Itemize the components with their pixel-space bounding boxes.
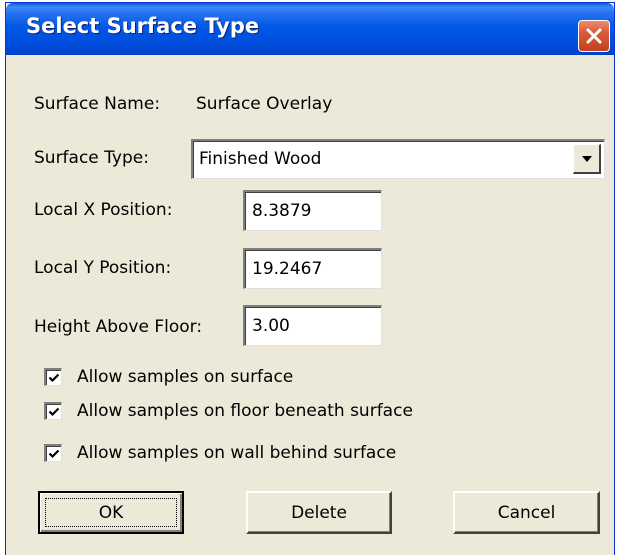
surface-type-select[interactable]: Finished Wood	[191, 139, 605, 179]
select-surface-type-dialog: Select Surface Type Surface Name: Surfac…	[5, 2, 615, 555]
checkmark-icon	[48, 407, 59, 416]
surface-name-value: Surface Overlay	[196, 94, 333, 114]
allow-samples-floor-option[interactable]: Allow samples on floor beneath surface	[44, 399, 413, 423]
surface-name-label: Surface Name:	[34, 94, 161, 114]
allow-samples-surface-checkbox[interactable]	[44, 368, 62, 386]
allow-samples-surface-option[interactable]: Allow samples on surface	[44, 365, 293, 389]
surface-type-selected: Finished Wood	[199, 149, 322, 169]
allow-samples-floor-checkbox[interactable]	[44, 402, 62, 420]
title-bar[interactable]: Select Surface Type	[6, 3, 614, 55]
chevron-down-icon	[581, 155, 592, 162]
allow-samples-wall-label: Allow samples on wall behind surface	[77, 443, 397, 463]
delete-button-label: Delete	[291, 502, 347, 523]
close-button[interactable]	[578, 20, 610, 52]
dialog-title: Select Surface Type	[26, 14, 260, 38]
checkmark-icon	[48, 373, 59, 382]
local-y-input[interactable]: 19.2467	[243, 248, 382, 289]
allow-samples-wall-option[interactable]: Allow samples on wall behind surface	[44, 441, 396, 465]
cancel-button[interactable]: Cancel	[453, 491, 600, 534]
surface-type-dropdown-button[interactable]	[573, 144, 601, 174]
local-x-input[interactable]: 8.3879	[243, 190, 382, 231]
focus-rectangle	[45, 498, 177, 527]
checkmark-icon	[48, 449, 59, 458]
cancel-button-label: Cancel	[497, 502, 556, 523]
allow-samples-surface-label: Allow samples on surface	[77, 367, 294, 387]
surface-type-label: Surface Type:	[34, 148, 149, 168]
height-above-floor-label: Height Above Floor:	[34, 317, 203, 337]
close-icon	[586, 28, 602, 44]
local-x-label: Local X Position:	[34, 200, 173, 220]
allow-samples-floor-label: Allow samples on floor beneath surface	[77, 401, 413, 421]
height-above-floor-input[interactable]: 3.00	[243, 305, 382, 346]
ok-button[interactable]: OK	[38, 491, 184, 534]
allow-samples-wall-checkbox[interactable]	[44, 444, 62, 462]
delete-button[interactable]: Delete	[246, 491, 392, 534]
local-y-label: Local Y Position:	[34, 258, 172, 278]
